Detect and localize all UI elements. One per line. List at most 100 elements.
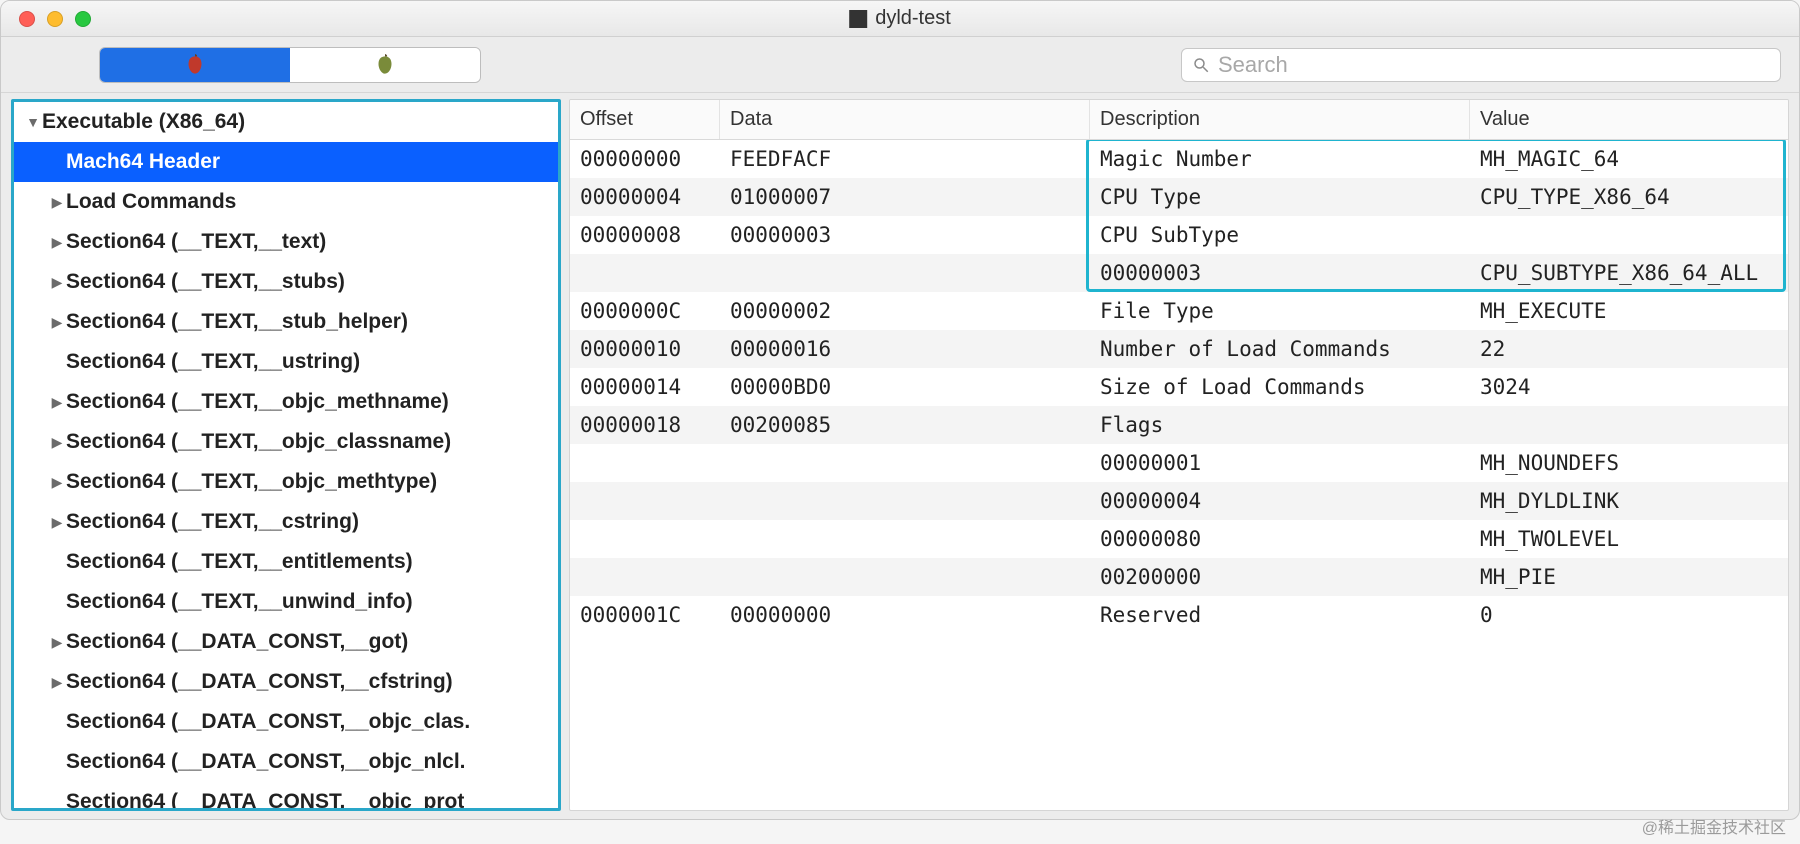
segmented-control	[99, 47, 481, 83]
cell-value	[1470, 406, 1788, 444]
tree-item-label: Section64 (__DATA_CONST,__objc_nlcl.	[66, 750, 466, 774]
tree-item[interactable]: ▶Section64 (__TEXT,__stub_helper)	[14, 302, 558, 342]
traffic-lights	[1, 11, 91, 27]
cell-offset: 00000014	[570, 368, 720, 406]
cell-value: 22	[1470, 330, 1788, 368]
tree-item[interactable]: Section64 (__TEXT,__unwind_info)	[14, 582, 558, 622]
cell-offset	[570, 520, 720, 558]
cell-value: CPU_TYPE_X86_64	[1470, 178, 1788, 216]
tree-item[interactable]: Section64 (__DATA_CONST,__objc_prot	[14, 782, 558, 808]
table-row[interactable]: 00000004MH_DYLDLINK	[570, 482, 1788, 520]
search-icon	[1192, 56, 1210, 74]
tree[interactable]: ▼Executable (X86_64)Mach64 Header▶Load C…	[14, 102, 558, 808]
tree-item-label: Section64 (__TEXT,__stub_helper)	[66, 310, 408, 334]
apple-green-icon	[370, 52, 400, 78]
cell-offset: 00000000	[570, 140, 720, 178]
cell-offset	[570, 558, 720, 596]
tree-item[interactable]: ▶Section64 (__TEXT,__text)	[14, 222, 558, 262]
col-value[interactable]: Value	[1470, 100, 1788, 139]
terminal-icon	[849, 10, 867, 28]
table-row[interactable]: 0000000401000007CPU TypeCPU_TYPE_X86_64	[570, 178, 1788, 216]
tree-item-label: Section64 (__DATA_CONST,__objc_clas.	[66, 710, 470, 734]
tree-item[interactable]: ▶Section64 (__TEXT,__cstring)	[14, 502, 558, 542]
minimize-icon[interactable]	[47, 11, 63, 27]
cell-data	[720, 444, 1090, 482]
table-row[interactable]: 0000001000000016Number of Load Commands2…	[570, 330, 1788, 368]
tree-item[interactable]: Section64 (__TEXT,__entitlements)	[14, 542, 558, 582]
tree-item[interactable]: Section64 (__DATA_CONST,__objc_clas.	[14, 702, 558, 742]
col-description[interactable]: Description	[1090, 100, 1470, 139]
close-icon[interactable]	[19, 11, 35, 27]
table-body[interactable]: 00000000FEEDFACFMagic NumberMH_MAGIC_640…	[570, 140, 1788, 810]
tree-root[interactable]: ▼Executable (X86_64)	[14, 102, 558, 142]
cell-value: MH_MAGIC_64	[1470, 140, 1788, 178]
tree-item[interactable]: Section64 (__TEXT,__ustring)	[14, 342, 558, 382]
cell-desc: 00200000	[1090, 558, 1470, 596]
cell-offset	[570, 254, 720, 292]
tree-item[interactable]: ▶Load Commands	[14, 182, 558, 222]
tree-item[interactable]: ▶Section64 (__TEXT,__stubs)	[14, 262, 558, 302]
table-row[interactable]: 00000080MH_TWOLEVEL	[570, 520, 1788, 558]
tree-item[interactable]: ▶Section64 (__TEXT,__objc_classname)	[14, 422, 558, 462]
tree-item-label: Section64 (__TEXT,__entitlements)	[66, 550, 413, 574]
tree-item[interactable]: ▶Section64 (__TEXT,__objc_methtype)	[14, 462, 558, 502]
tree-item-label: Section64 (__TEXT,__stubs)	[66, 270, 345, 294]
tree-root-label: Executable (X86_64)	[42, 110, 245, 134]
cell-data: FEEDFACF	[720, 140, 1090, 178]
search-input[interactable]	[1218, 52, 1770, 78]
cell-offset	[570, 444, 720, 482]
table-header: Offset Data Description Value	[570, 100, 1788, 140]
table-row[interactable]: 00000001MH_NOUNDEFS	[570, 444, 1788, 482]
disclosure-right-icon: ▶	[48, 394, 66, 411]
tree-item-label: Section64 (__TEXT,__unwind_info)	[66, 590, 413, 614]
cell-desc: File Type	[1090, 292, 1470, 330]
cell-data: 00000002	[720, 292, 1090, 330]
titlebar: dyld-test	[1, 1, 1799, 37]
cell-data: 00000016	[720, 330, 1090, 368]
cell-value: CPU_SUBTYPE_X86_64_ALL	[1470, 254, 1788, 292]
disclosure-right-icon: ▶	[48, 474, 66, 491]
tree-item[interactable]: Mach64 Header	[14, 142, 558, 182]
disclosure-right-icon: ▶	[48, 234, 66, 251]
cell-offset: 0000001C	[570, 596, 720, 634]
cell-offset: 0000000C	[570, 292, 720, 330]
table-row[interactable]: 0000001800200085Flags	[570, 406, 1788, 444]
segment-left[interactable]	[100, 48, 290, 82]
cell-desc: Magic Number	[1090, 140, 1470, 178]
tree-item-label: Section64 (__TEXT,__objc_methtype)	[66, 470, 437, 494]
table-row[interactable]: 0000000C00000002File TypeMH_EXECUTE	[570, 292, 1788, 330]
table-row[interactable]: 00200000MH_PIE	[570, 558, 1788, 596]
tree-item-label: Section64 (__TEXT,__objc_classname)	[66, 430, 451, 454]
tree-item[interactable]: Section64 (__DATA_CONST,__objc_nlcl.	[14, 742, 558, 782]
app-window: dyld-test ▼Executable (X86_64)Mach64 Hea…	[0, 0, 1800, 820]
table-row[interactable]: 0000000800000003CPU SubType	[570, 216, 1788, 254]
cell-desc: 00000001	[1090, 444, 1470, 482]
cell-offset: 00000008	[570, 216, 720, 254]
search-field[interactable]	[1181, 48, 1781, 82]
cell-value: 3024	[1470, 368, 1788, 406]
tree-item[interactable]: ▶Section64 (__DATA_CONST,__cfstring)	[14, 662, 558, 702]
segment-right[interactable]	[290, 48, 480, 82]
col-offset[interactable]: Offset	[570, 100, 720, 139]
table-row[interactable]: 00000003CPU_SUBTYPE_X86_64_ALL	[570, 254, 1788, 292]
cell-value: MH_TWOLEVEL	[1470, 520, 1788, 558]
cell-offset: 00000018	[570, 406, 720, 444]
cell-desc: 00000003	[1090, 254, 1470, 292]
disclosure-right-icon: ▶	[48, 314, 66, 331]
tree-item[interactable]: ▶Section64 (__DATA_CONST,__got)	[14, 622, 558, 662]
window-title-text: dyld-test	[875, 7, 951, 30]
cell-data: 00000000	[720, 596, 1090, 634]
table-row[interactable]: 0000001400000BD0Size of Load Commands302…	[570, 368, 1788, 406]
col-data[interactable]: Data	[720, 100, 1090, 139]
cell-offset: 00000010	[570, 330, 720, 368]
cell-offset: 00000004	[570, 178, 720, 216]
tree-item-label: Section64 (__DATA_CONST,__cfstring)	[66, 670, 453, 694]
table-row[interactable]: 00000000FEEDFACFMagic NumberMH_MAGIC_64	[570, 140, 1788, 178]
tree-item[interactable]: ▶Section64 (__TEXT,__objc_methname)	[14, 382, 558, 422]
tree-item-label: Load Commands	[66, 190, 236, 214]
cell-data	[720, 482, 1090, 520]
detail-panel: Offset Data Description Value 00000000FE…	[569, 99, 1789, 811]
disclosure-right-icon: ▶	[48, 274, 66, 291]
table-row[interactable]: 0000001C00000000Reserved0	[570, 596, 1788, 634]
zoom-icon[interactable]	[75, 11, 91, 27]
